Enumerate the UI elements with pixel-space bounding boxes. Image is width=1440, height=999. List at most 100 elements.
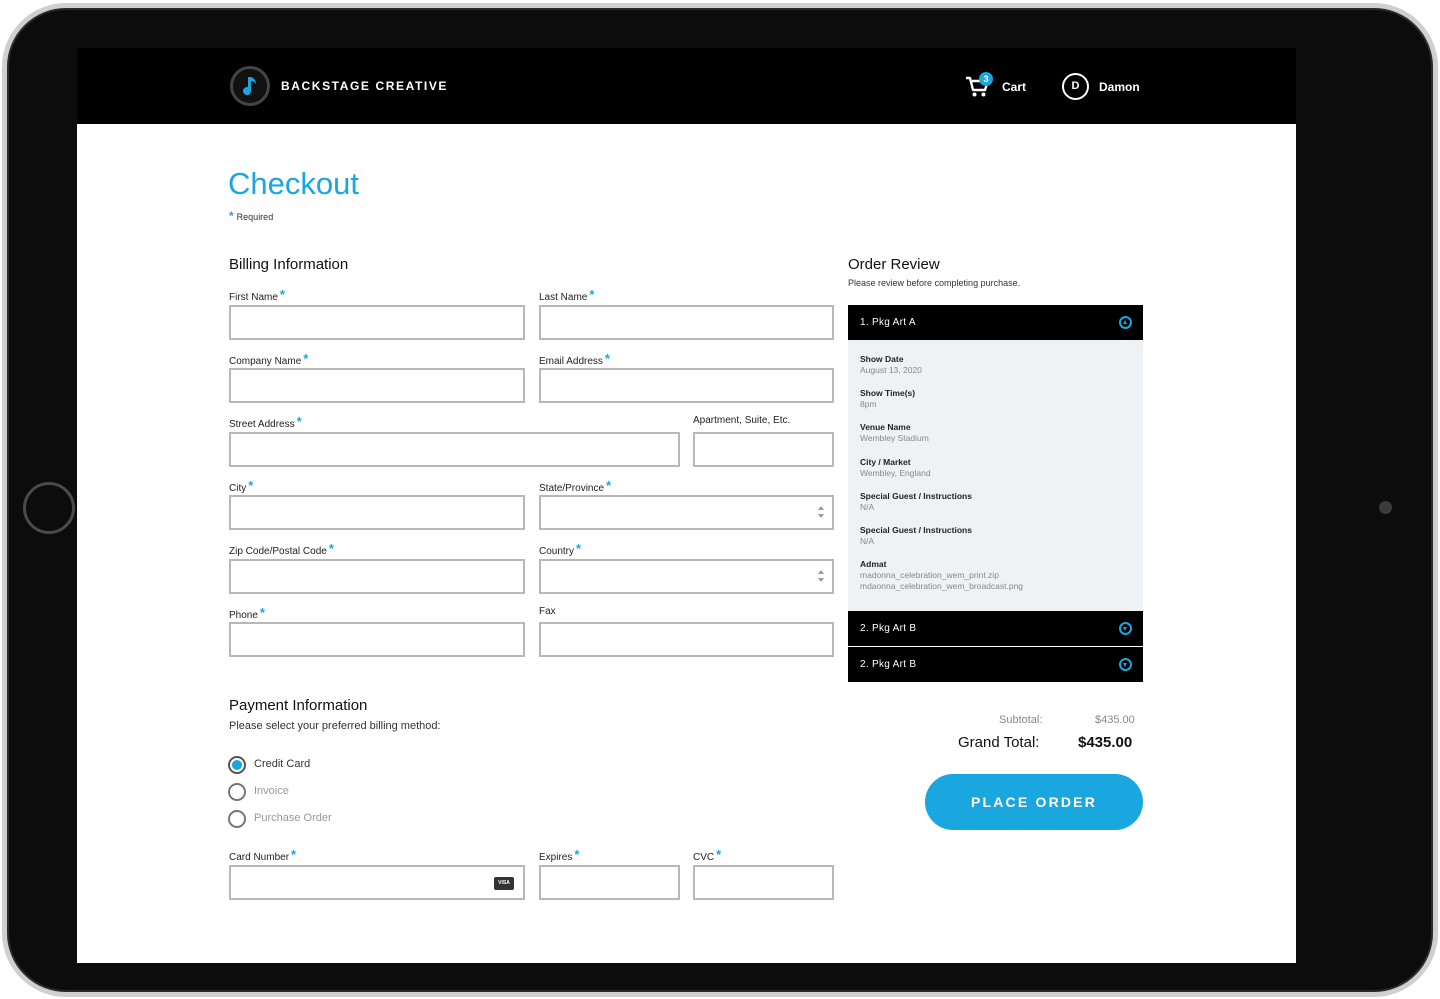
required-note-text: Required — [236, 212, 274, 222]
detail-special-guest: Special Guest / Instructions N/A — [860, 491, 1130, 513]
detail-show-times: Show Time(s) 8pm — [860, 388, 1130, 410]
email-field[interactable] — [539, 368, 834, 403]
payment-option-credit-card[interactable]: Credit Card — [228, 756, 428, 776]
detail-label: Show Date — [860, 354, 904, 364]
grand-total-value: $435.00 — [1078, 734, 1133, 751]
detail-special-guest: Special Guest / Instructions N/A — [860, 525, 1130, 547]
required-asterisk: * — [604, 351, 610, 366]
radio-checked-icon — [228, 756, 246, 774]
package-accordion-2[interactable]: 2. Pkg Art B — [848, 611, 1143, 646]
required-asterisk: * — [589, 287, 595, 302]
home-button — [23, 482, 75, 534]
visa-card-icon: VISA — [494, 877, 514, 890]
city-field[interactable] — [229, 495, 525, 530]
country-select[interactable] — [539, 559, 834, 594]
detail-show-date: Show Date August 13, 2020 — [860, 354, 1130, 376]
music-note-icon[interactable] — [230, 66, 270, 106]
cvc-field[interactable] — [693, 865, 834, 900]
first-name-field[interactable] — [229, 305, 525, 340]
package-details-panel: Show Date August 13, 2020 Show Time(s) 8… — [848, 340, 1143, 611]
cvc-label-text: CVC — [693, 852, 715, 863]
detail-value: Wembley Stadium — [860, 433, 929, 443]
avatar: D — [1062, 73, 1089, 100]
detail-label: City / Market — [860, 457, 911, 467]
admat-file-link[interactable]: madonna_celebration_wem_print.zip — [860, 570, 1130, 581]
chevron-down-icon — [1119, 622, 1132, 635]
payment-option-invoice[interactable]: Invoice — [228, 783, 428, 803]
select-arrows-icon — [818, 506, 824, 518]
detail-admat: Admat madonna_celebration_wem_print.zip … — [860, 559, 1130, 592]
detail-label: Venue Name — [860, 422, 911, 432]
grand-total-label: Grand Total: — [958, 734, 1040, 751]
country-label: Country * — [539, 541, 582, 557]
chevron-up-icon — [1119, 316, 1132, 329]
required-asterisk: * — [296, 414, 302, 429]
select-arrows-icon — [818, 570, 824, 582]
required-asterisk: * — [574, 847, 580, 862]
detail-label: Special Guest / Instructions — [860, 491, 972, 501]
street-address-label: Street Address * — [229, 414, 302, 430]
company-name-field[interactable] — [229, 368, 525, 403]
city-label: City * — [229, 478, 254, 494]
user-name: Damon — [1099, 80, 1140, 94]
brand-name[interactable]: BACKSTAGE CREATIVE — [281, 79, 448, 93]
payment-subtitle: Please select your preferred billing met… — [229, 720, 441, 732]
street-address-field[interactable] — [229, 432, 680, 467]
package-accordion-3[interactable]: 2. Pkg Art B — [848, 647, 1143, 682]
detail-value: August 13, 2020 — [860, 365, 922, 375]
required-asterisk: * — [716, 847, 722, 862]
last-name-field[interactable] — [539, 305, 834, 340]
payment-option-label: Credit Card — [254, 758, 311, 770]
required-asterisk: * — [328, 541, 334, 556]
expires-label-text: Expires — [539, 852, 573, 863]
zip-field[interactable] — [229, 559, 525, 594]
required-note: * Required — [229, 209, 273, 223]
detail-value: N/A — [860, 502, 875, 512]
company-name-label: Company Name * — [229, 351, 309, 367]
detail-label: Show Time(s) — [860, 388, 916, 398]
detail-city-market: City / Market Wembley, England — [860, 457, 1130, 479]
payment-option-purchase-order[interactable]: Purchase Order — [228, 810, 428, 830]
order-review-subtitle: Please review before completing purchase… — [848, 278, 1021, 288]
page-title: Checkout — [228, 166, 359, 201]
screen: BACKSTAGE CREATIVE 3 Cart D Damon Checko… — [77, 48, 1296, 963]
billing-section-title: Billing Information — [229, 256, 349, 273]
payment-option-label: Invoice — [254, 785, 289, 797]
admat-file-link[interactable]: mdaonna_celebration_wem_broadcast.png — [860, 581, 1130, 592]
detail-value: N/A — [860, 536, 875, 546]
company-name-label-text: Company Name — [229, 356, 302, 367]
card-number-field[interactable]: VISA — [229, 865, 525, 900]
phone-field[interactable] — [229, 622, 525, 657]
expires-label: Expires * — [539, 847, 580, 863]
detail-label: Admat — [860, 559, 887, 569]
street-address-label-text: Street Address — [229, 419, 295, 430]
last-name-label: Last Name * — [539, 287, 595, 303]
first-name-label: First Name * — [229, 287, 285, 303]
city-label-text: City — [229, 483, 247, 494]
detail-venue-name: Venue Name Wembley Stadium — [860, 422, 1130, 444]
place-order-button[interactable]: PLACE ORDER — [925, 774, 1143, 830]
email-address-label: Email Address * — [539, 351, 610, 367]
required-asterisk: * — [576, 541, 582, 556]
apartment-label: Apartment, Suite, Etc. — [693, 415, 791, 426]
required-asterisk: * — [303, 351, 309, 366]
cart-button[interactable]: 3 Cart — [965, 72, 1045, 100]
country-label-text: Country — [539, 546, 575, 557]
detail-value: 8pm — [860, 399, 877, 409]
radio-unchecked-icon — [228, 810, 246, 828]
user-menu[interactable]: D Damon — [1062, 73, 1152, 101]
required-asterisk: * — [229, 209, 234, 223]
state-select[interactable] — [539, 495, 834, 530]
required-asterisk: * — [279, 287, 285, 302]
expires-field[interactable] — [539, 865, 680, 900]
required-asterisk: * — [606, 478, 612, 493]
zip-label-text: Zip Code/Postal Code — [229, 546, 327, 557]
top-navigation-bar: BACKSTAGE CREATIVE 3 Cart D Damon — [77, 48, 1296, 124]
package-title: 2. Pkg Art B — [860, 659, 917, 670]
apartment-field[interactable] — [693, 432, 834, 467]
fax-field[interactable] — [539, 622, 834, 657]
last-name-label-text: Last Name — [539, 292, 588, 303]
state-label-text: State/Province — [539, 483, 605, 494]
package-accordion-1[interactable]: 1. Pkg Art A — [848, 305, 1143, 340]
required-asterisk: * — [248, 478, 254, 493]
